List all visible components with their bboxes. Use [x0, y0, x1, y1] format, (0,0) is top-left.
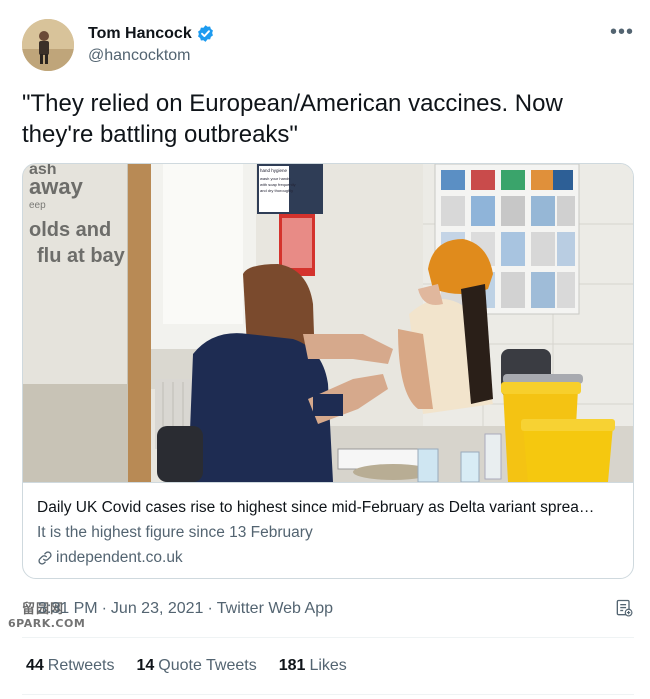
avatar[interactable]: [22, 19, 74, 71]
quote-tweets-count: 14: [136, 657, 155, 674]
engagement-stats: 44 Retweets 14 Quote Tweets 181 Likes: [26, 657, 369, 675]
likes-count: 181: [278, 657, 306, 674]
link-icon: [37, 550, 53, 566]
card-description: It is the highest figure since 13 Februa…: [37, 524, 313, 541]
display-name[interactable]: Tom Hancock: [88, 25, 192, 43]
timestamp-row: 3:31 PM · Jun 23, 2021 · Twitter Web App: [38, 600, 333, 617]
card-domain: independent.co.uk: [37, 549, 183, 567]
poster-text: away: [29, 174, 84, 199]
more-options-icon[interactable]: •••: [610, 22, 634, 42]
quote-tweets-label: Quote Tweets: [158, 657, 257, 674]
handle[interactable]: @hancocktom: [88, 47, 191, 65]
tweet-time[interactable]: 3:31 PM: [38, 600, 98, 617]
link-card[interactable]: ash away eep olds and flu at bay hand hy…: [22, 163, 634, 579]
card-title[interactable]: Daily UK Covid cases rise to highest sin…: [37, 499, 627, 517]
verified-badge-icon: [196, 24, 215, 43]
retweets-count: 44: [26, 657, 44, 674]
tweet-text: "They relied on European/American vaccin…: [22, 90, 563, 148]
sign-text: wash your hands: [260, 176, 290, 181]
analytics-icon[interactable]: [614, 598, 634, 618]
likes-label: Likes: [309, 657, 347, 674]
watermark-bottom: 6PARK.COM: [8, 617, 86, 630]
likes-stat[interactable]: 181 Likes: [279, 657, 347, 675]
divider: [22, 694, 634, 695]
tweet: Tom Hancock @hancocktom ••• "They relied…: [0, 0, 650, 699]
sign-text: hand hygiene: [260, 168, 288, 173]
retweets-label: Retweets: [47, 657, 115, 674]
sign-text: and dry thoroughly: [260, 188, 293, 193]
poster-text: eep: [29, 200, 46, 211]
poster-text: flu at bay: [37, 245, 126, 267]
quote-tweets-stat[interactable]: 14 Quote Tweets: [137, 657, 257, 675]
sign-text: with soap frequently: [260, 182, 296, 187]
retweets-stat[interactable]: 44 Retweets: [26, 657, 115, 675]
vaccination-photo[interactable]: ash away eep olds and flu at bay hand hy…: [23, 164, 633, 482]
divider: [22, 637, 634, 638]
tweet-date[interactable]: Jun 23, 2021: [111, 600, 204, 617]
card-domain-text: independent.co.uk: [56, 549, 183, 566]
poster-text: olds and: [29, 219, 111, 241]
tweet-source[interactable]: Twitter Web App: [217, 600, 333, 617]
